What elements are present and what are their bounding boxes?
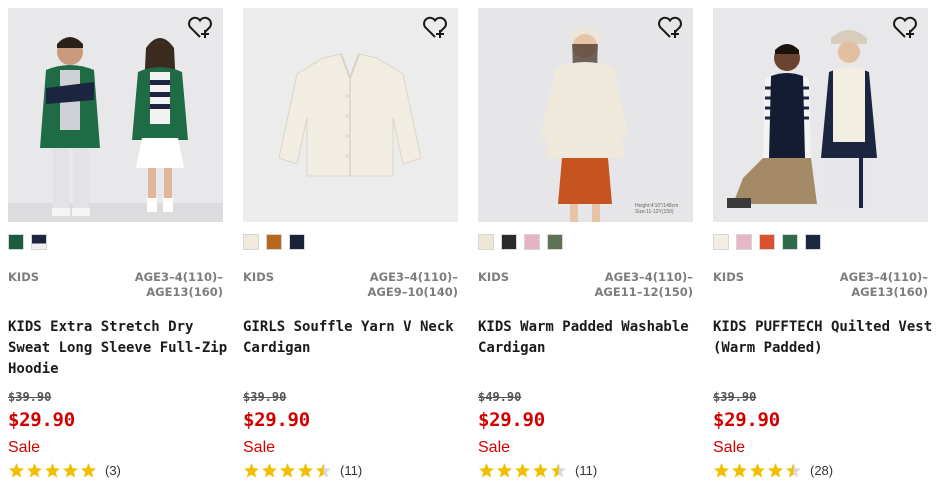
sale-flag: Sale: [478, 439, 511, 456]
review-count: (3): [105, 462, 121, 478]
color-swatch[interactable]: [524, 234, 540, 250]
color-swatch[interactable]: [266, 234, 282, 250]
sale-price: $29.90: [8, 409, 75, 431]
star-icon: [63, 462, 78, 477]
product-gender: KIDS: [243, 270, 275, 284]
favorite-heart-plus-icon[interactable]: [892, 16, 918, 40]
original-price: $39.90: [243, 390, 287, 404]
product-rating: (3): [8, 460, 121, 480]
product-gender: KIDS: [478, 270, 510, 284]
star-icon: [27, 462, 42, 477]
star-icon: [515, 462, 530, 477]
review-count: (11): [575, 462, 598, 478]
star-icon: [9, 462, 24, 477]
original-price: $39.90: [713, 390, 757, 404]
product-image[interactable]: [713, 8, 928, 222]
product-rating: (28): [713, 460, 833, 480]
sale-price: $29.90: [478, 409, 545, 431]
product-gender: KIDS: [8, 270, 40, 284]
product-card[interactable]: KIDS AGE3–4(110)–AGE13(160) KIDS Extra S…: [8, 8, 227, 488]
star-icon: [533, 462, 548, 477]
sale-flag: Sale: [713, 439, 746, 456]
original-price: $39.90: [8, 390, 52, 404]
model-size-caption: Height:4'10"/148cm Size:11-12Y(150): [635, 203, 679, 215]
product-photo-quilted-vest: [713, 8, 928, 222]
sale-flag: Sale: [243, 439, 276, 456]
product-name[interactable]: KIDS PUFFTECH Quilted Vest (Warm Padded): [713, 317, 935, 359]
star-icon: [750, 462, 765, 477]
color-swatch[interactable]: [782, 234, 798, 250]
color-swatch[interactable]: [501, 234, 517, 250]
product-rating: (11): [478, 460, 597, 480]
product-name[interactable]: KIDS Warm Padded Washable Cardigan: [478, 317, 700, 359]
product-photo-hoodie-kids: [8, 8, 223, 222]
star-icon: [81, 462, 96, 477]
rating-stars: [8, 462, 97, 479]
color-swatch[interactable]: [736, 234, 752, 250]
sale-price: $29.90: [713, 409, 780, 431]
star-icon: [280, 462, 295, 477]
rating-stars: [713, 462, 802, 479]
product-age-range: AGE3–4(110)–AGE11–12(150): [594, 270, 693, 299]
review-count: (28): [810, 462, 834, 478]
star-icon: [316, 462, 331, 477]
star-icon: [786, 462, 801, 477]
star-icon: [551, 462, 566, 477]
color-swatches: [8, 234, 47, 250]
star-icon: [298, 462, 313, 477]
favorite-heart-plus-icon[interactable]: [657, 16, 683, 40]
color-swatch[interactable]: [713, 234, 729, 250]
product-image[interactable]: [8, 8, 223, 222]
rating-stars: [478, 462, 567, 479]
star-icon: [768, 462, 783, 477]
color-swatch[interactable]: [759, 234, 775, 250]
product-name[interactable]: KIDS Extra Stretch Dry Sweat Long Sleeve…: [8, 317, 230, 380]
product-image[interactable]: Height:4'10"/148cm Size:11-12Y(150): [478, 8, 693, 222]
favorite-heart-plus-icon[interactable]: [422, 16, 448, 40]
rating-stars: [243, 462, 332, 479]
product-image[interactable]: [243, 8, 458, 222]
sale-price: $29.90: [243, 409, 310, 431]
color-swatch[interactable]: [289, 234, 305, 250]
favorite-heart-plus-icon[interactable]: [187, 16, 213, 40]
product-rating: (11): [243, 460, 362, 480]
star-icon: [479, 462, 494, 477]
color-swatch[interactable]: [31, 234, 47, 250]
product-card[interactable]: KIDS AGE3–4(110)–AGE9–10(140) GIRLS Souf…: [243, 8, 458, 488]
color-swatches: [713, 234, 821, 250]
review-count: (11): [340, 462, 363, 478]
product-age-range: AGE3–4(110)–AGE13(160): [839, 270, 928, 299]
color-swatches: [478, 234, 563, 250]
product-age-range: AGE3–4(110)–AGE13(160): [134, 270, 223, 299]
product-card[interactable]: Height:4'10"/148cm Size:11-12Y(150) KIDS…: [478, 8, 693, 488]
star-icon: [732, 462, 747, 477]
original-price: $49.90: [478, 390, 522, 404]
product-grid: KIDS AGE3–4(110)–AGE13(160) KIDS Extra S…: [0, 0, 938, 495]
product-photo-cardigan: [243, 8, 458, 222]
product-age-range: AGE3–4(110)–AGE9–10(140): [367, 270, 458, 299]
star-icon: [244, 462, 259, 477]
color-swatch[interactable]: [805, 234, 821, 250]
star-icon: [45, 462, 60, 477]
star-icon: [262, 462, 277, 477]
color-swatches: [243, 234, 305, 250]
color-swatch[interactable]: [547, 234, 563, 250]
color-swatch[interactable]: [8, 234, 24, 250]
product-card[interactable]: KIDS AGE3–4(110)–AGE13(160) KIDS PUFFTEC…: [713, 8, 932, 488]
color-swatch[interactable]: [243, 234, 259, 250]
star-icon: [497, 462, 512, 477]
product-photo-padded-cardigan: [478, 8, 693, 222]
color-swatch[interactable]: [478, 234, 494, 250]
product-name[interactable]: GIRLS Souffle Yarn V Neck Cardigan: [243, 317, 465, 359]
product-gender: KIDS: [713, 270, 745, 284]
star-icon: [714, 462, 729, 477]
sale-flag: Sale: [8, 439, 41, 456]
